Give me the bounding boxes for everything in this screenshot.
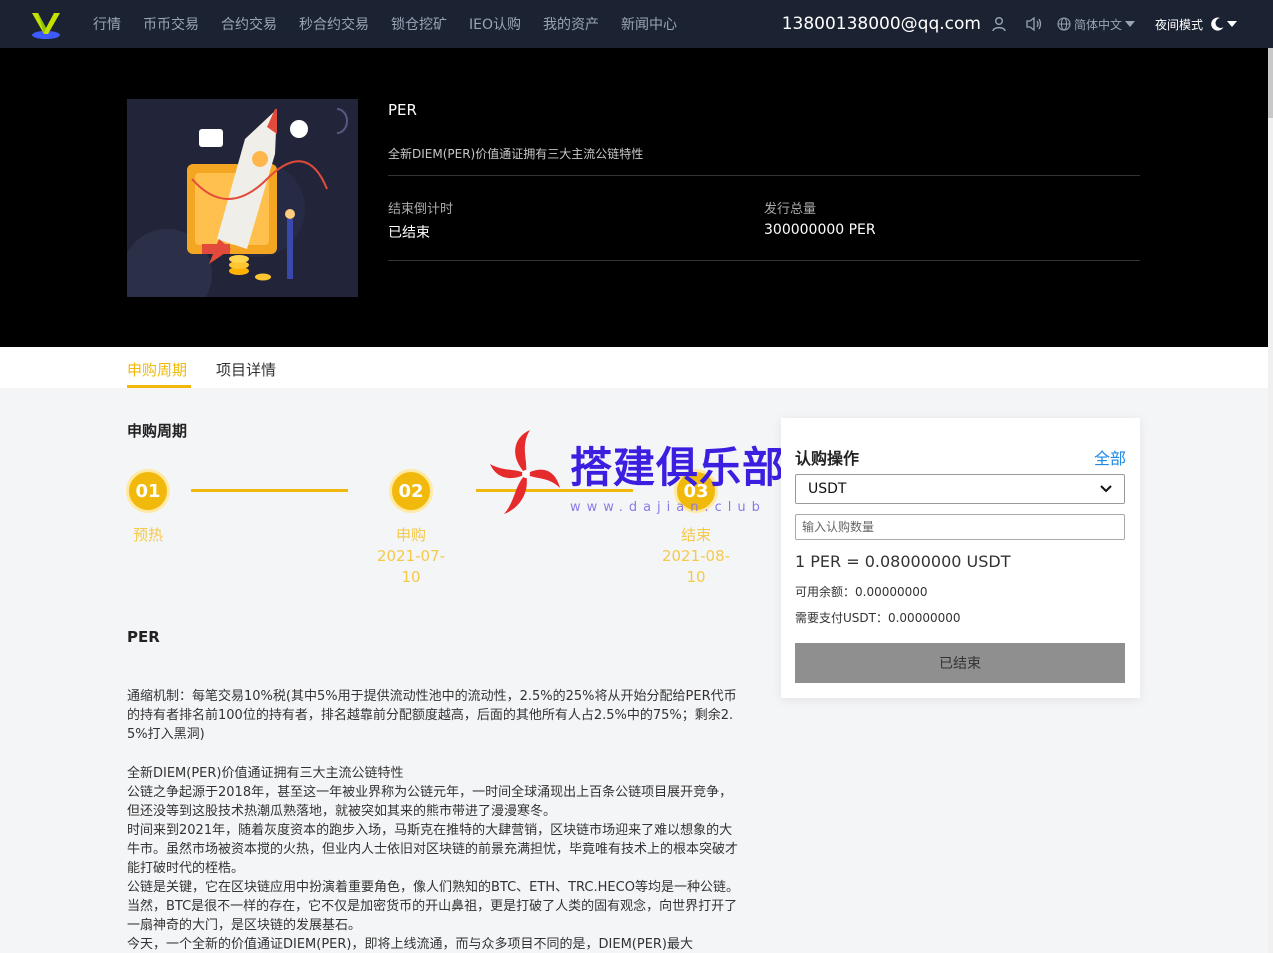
moon-icon [1211, 17, 1224, 31]
step-label-2: 申购 2021-07- 10 [366, 525, 456, 588]
scrollbar-thumb[interactable] [1268, 48, 1273, 118]
project-title: PER [388, 101, 417, 119]
project-hero: PER 全新DIEM(PER)价值通证拥有三大主流公链特性 结束倒计时 已结束 … [0, 48, 1273, 347]
all-link[interactable]: 全部 [1094, 445, 1126, 469]
night-mode-label: 夜间模式 [1154, 17, 1203, 32]
detail-tabs: 申购周期 项目详情 [0, 347, 1273, 388]
payment-amount: 需要支付USDT：0.00000000 [795, 611, 961, 625]
countdown-value: 已结束 [388, 225, 430, 241]
nav-item-lock-mining[interactable]: 锁仓挖矿 [391, 14, 447, 34]
deflation-paragraph: 通缩机制：每笔交易10%税(其中5%用于提供流动性池中的流动性，2.5%的25%… [127, 689, 737, 742]
caret-down-icon [1227, 21, 1237, 27]
nav-item-spot-trading[interactable]: 币币交易 [143, 14, 199, 34]
intro-line: 今天，一个全新的价值通证DIEM(PER)，即将上线流通，而与众多项目不同的是，… [127, 937, 694, 952]
panel-title: 认购操作 [795, 449, 860, 468]
nav-item-market[interactable]: 行情 [93, 14, 121, 34]
intro-paragraphs: 全新DIEM(PER)价值通证拥有三大主流公链特性 公链之争起源于2018年，甚… [127, 764, 739, 953]
nav-item-ieo[interactable]: IEO认购 [469, 14, 521, 34]
top-navbar: 行情 币币交易 合约交易 秒合约交易 锁仓挖矿 IEO认购 我的资产 新闻中心 … [0, 0, 1273, 48]
project-illustration [127, 99, 358, 297]
step-label-3: 结束 2021-08- 10 [651, 525, 741, 588]
globe-icon [1057, 17, 1071, 31]
step-name: 申购 [395, 526, 426, 544]
nav-item-my-assets[interactable]: 我的资产 [543, 14, 599, 34]
watermark-url: www.dajian.club [570, 500, 766, 515]
exchange-rate: 1 PER = 0.08000000 USDT [795, 552, 1011, 571]
step-circle-3: 03 [674, 469, 718, 513]
site-logo-icon[interactable] [30, 10, 62, 40]
step-date: 2021-08- [661, 547, 731, 565]
project-description: 全新DIEM(PER)价值通证拥有三大主流公链特性 [388, 147, 644, 161]
step-circle-1: 01 [126, 469, 170, 513]
currency-select[interactable]: USDT [795, 474, 1125, 504]
step-label-1: 预热 [103, 525, 193, 546]
language-selector[interactable]: 简体中文 [1057, 16, 1135, 33]
intro-line: 公链之争起源于2018年，甚至这一年被业界称为公链元年，一时间全球涌现出上百条公… [127, 785, 733, 819]
user-email[interactable]: 13800138000@qq.com [782, 14, 981, 34]
intro-line: 全新DIEM(PER)价值通证拥有三大主流公链特性 [127, 766, 404, 781]
pinwheel-logo-icon [490, 430, 560, 514]
page-scrollbar[interactable] [1268, 48, 1273, 953]
detail-heading: PER [127, 628, 160, 646]
quantity-input[interactable] [795, 514, 1125, 540]
divider [388, 175, 1140, 176]
step-name: 结束 [680, 526, 711, 544]
currency-select-value: USDT [808, 481, 847, 497]
tab-project-details[interactable]: 项目详情 [216, 359, 276, 380]
watermark: 搭建俱乐部 www.dajian.club [490, 428, 790, 523]
step-connector [476, 489, 633, 492]
nav-item-second-contract[interactable]: 秒合约交易 [299, 14, 369, 34]
main-nav: 行情 币币交易 合约交易 秒合约交易 锁仓挖矿 IEO认购 我的资产 新闻中心 [93, 0, 699, 48]
subscribe-button[interactable]: 已结束 [795, 643, 1125, 683]
step-date: 10 [686, 568, 706, 586]
total-supply-label: 发行总量 [764, 202, 817, 217]
step-date: 2021-07- [376, 547, 446, 565]
intro-line: 公链是关键，它在区块链应用中扮演着重要角色，像人们熟知的BTC、ETH、TRC.… [127, 880, 739, 933]
step-connector [191, 489, 348, 492]
active-tab-indicator [127, 385, 191, 388]
step-date: 10 [401, 568, 421, 586]
top-right-controls: 13800138000@qq.com 简体中文 夜间模式 [782, 0, 1237, 48]
divider [388, 260, 1140, 261]
step-circle-2: 02 [389, 469, 433, 513]
language-label: 简体中文 [1073, 17, 1122, 32]
tab-subscription-cycle[interactable]: 申购周期 [127, 359, 187, 380]
countdown-label: 结束倒计时 [388, 202, 454, 217]
night-mode-toggle[interactable]: 夜间模式 [1155, 16, 1237, 33]
caret-down-icon [1124, 21, 1135, 27]
cycle-section-title: 申购周期 [127, 422, 188, 440]
chevron-down-icon [1100, 485, 1112, 493]
nav-item-contract-trading[interactable]: 合约交易 [221, 14, 277, 34]
speaker-icon[interactable] [1025, 16, 1043, 32]
total-supply-value: 300000000 PER [764, 222, 876, 238]
user-icon[interactable] [991, 16, 1007, 32]
intro-line: 时间来到2021年，随着灰度资本的跑步入场，马斯克在推特的大肆营销，区块链市场迎… [127, 823, 739, 876]
step-name: 预热 [132, 526, 163, 544]
available-balance: 可用余额：0.00000000 [795, 585, 928, 599]
nav-item-news[interactable]: 新闻中心 [621, 14, 677, 34]
subscription-panel: 认购操作 全部 USDT 1 PER = 0.08000000 USDT 可用余… [781, 418, 1140, 698]
